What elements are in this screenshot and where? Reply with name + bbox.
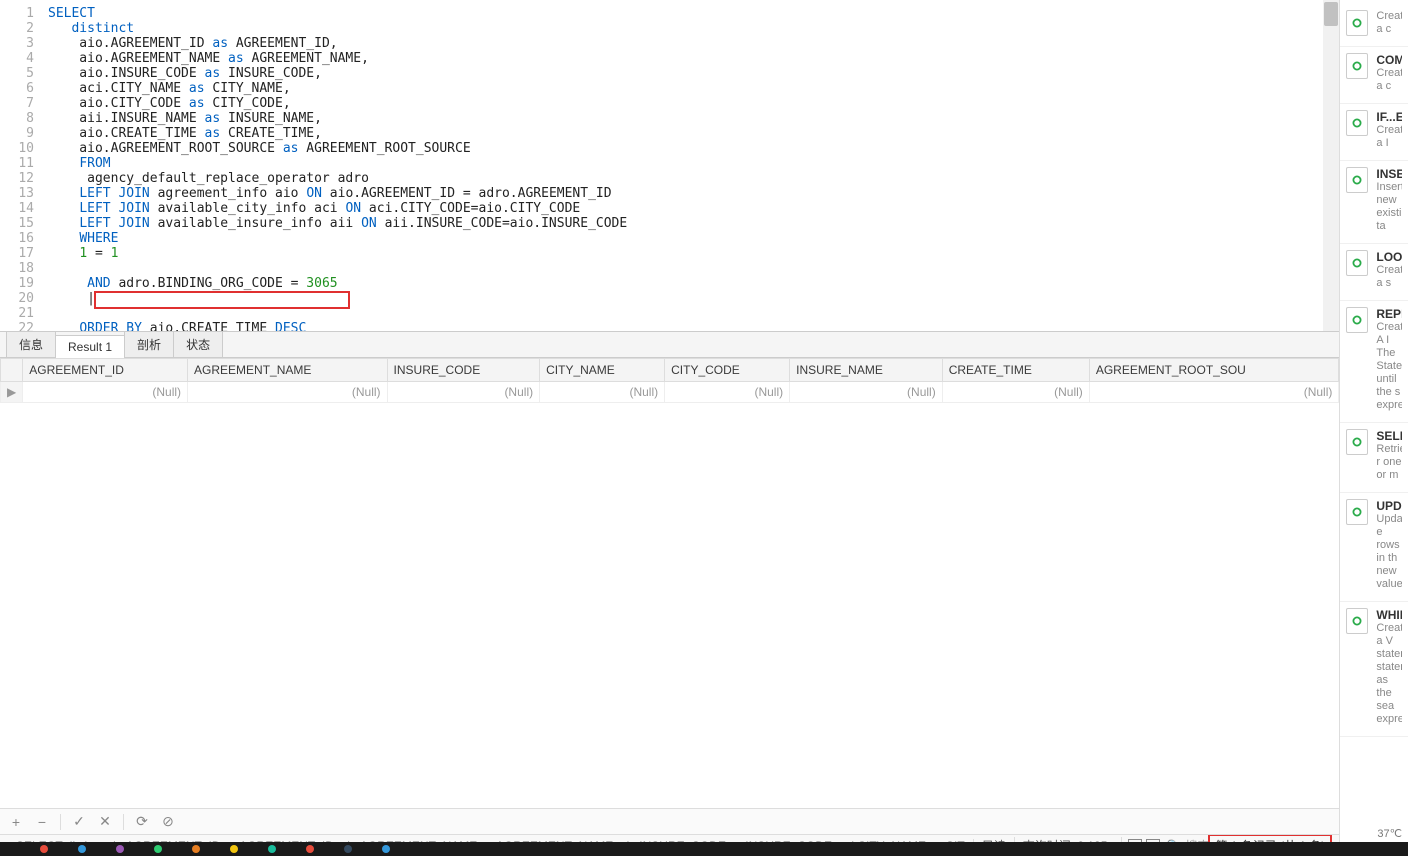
snippet-item[interactable]: INSERTInsert new existing ta: [1340, 161, 1408, 244]
snippet-desc: Create a c: [1376, 10, 1402, 36]
snippet-item[interactable]: LOOPCreate a s: [1340, 244, 1408, 301]
cell[interactable]: (Null): [1089, 382, 1339, 403]
taskbar[interactable]: [0, 842, 1408, 856]
column-header[interactable]: CREATE_TIME: [942, 359, 1089, 382]
snippet-panel: Create a cCOMMCreate a cIF...ELSCreate a…: [1340, 0, 1408, 856]
cell[interactable]: (Null): [188, 382, 388, 403]
taskbar-item[interactable]: [344, 845, 352, 853]
editor-scrollbar[interactable]: [1323, 0, 1339, 331]
temperature-widget: 37℃: [1377, 827, 1402, 840]
cell[interactable]: (Null): [942, 382, 1089, 403]
tab-剖析[interactable]: 剖析: [124, 331, 174, 357]
snippet-desc: Retrieve r one or m: [1376, 443, 1402, 482]
snippet-icon: [1346, 608, 1368, 634]
taskbar-item[interactable]: [230, 845, 238, 853]
column-header[interactable]: INSURE_CODE: [387, 359, 540, 382]
snippet-desc: Insert new existing ta: [1376, 181, 1402, 233]
cell[interactable]: (Null): [23, 382, 188, 403]
column-header[interactable]: CITY_NAME: [540, 359, 665, 382]
snippet-desc: Create a c: [1376, 67, 1402, 93]
snippet-title: REPEAT: [1376, 307, 1402, 321]
snippet-title: SELECT: [1376, 429, 1402, 443]
snippet-icon: [1346, 110, 1368, 136]
snippet-desc: Create a s: [1376, 264, 1402, 290]
snippet-title: UPDAT: [1376, 499, 1402, 513]
tab-信息[interactable]: 信息: [6, 331, 56, 357]
snippet-item[interactable]: SELECTRetrieve r one or m: [1340, 423, 1408, 493]
snippet-icon: [1346, 53, 1368, 79]
taskbar-item[interactable]: [116, 845, 124, 853]
snippet-icon: [1346, 167, 1368, 193]
cancel-button[interactable]: ✕: [97, 814, 113, 830]
snippet-desc: Create a V statement statement as the se…: [1376, 622, 1402, 726]
snippet-icon: [1346, 307, 1368, 333]
snippet-item[interactable]: REPEATCreate A I The State until the s e…: [1340, 301, 1408, 423]
refresh-button[interactable]: ⟳: [134, 814, 150, 830]
taskbar-item[interactable]: [40, 845, 48, 853]
snippet-item[interactable]: IF...ELSCreate a I: [1340, 104, 1408, 161]
snippet-item[interactable]: Create a c: [1340, 4, 1408, 47]
commit-button[interactable]: ✓: [71, 814, 87, 830]
taskbar-item[interactable]: [192, 845, 200, 853]
column-header[interactable]: AGREEMENT_ROOT_SOU: [1089, 359, 1339, 382]
taskbar-item[interactable]: [154, 845, 162, 853]
snippet-icon: [1346, 499, 1368, 525]
column-header[interactable]: INSURE_NAME: [790, 359, 943, 382]
sql-editor-wrap: 1SELECT2 distinct3 aio.AGREEMENT_ID as A…: [0, 0, 1339, 332]
snippet-desc: Create A I The State until the s express…: [1376, 321, 1402, 412]
stop-button[interactable]: ⊘: [160, 814, 176, 830]
taskbar-item[interactable]: [306, 845, 314, 853]
taskbar-item[interactable]: [382, 845, 390, 853]
cell[interactable]: (Null): [540, 382, 665, 403]
column-header[interactable]: AGREEMENT_NAME: [188, 359, 388, 382]
snippet-desc: Create a I: [1376, 124, 1402, 150]
cell[interactable]: (Null): [387, 382, 540, 403]
cell[interactable]: (Null): [790, 382, 943, 403]
column-header[interactable]: AGREEMENT_ID: [23, 359, 188, 382]
add-row-button[interactable]: +: [8, 814, 24, 830]
snippet-desc: Updates e rows in th new value: [1376, 513, 1402, 591]
snippet-title: LOOP: [1376, 250, 1402, 264]
delete-row-button[interactable]: −: [34, 814, 50, 830]
tab-状态[interactable]: 状态: [173, 331, 223, 357]
cell[interactable]: (Null): [665, 382, 790, 403]
result-tabs: 信息Result 1剖析状态: [0, 332, 1339, 358]
snippet-icon: [1346, 429, 1368, 455]
grid-toolbar: + − ✓ ✕ ⟳ ⊘: [0, 808, 1339, 834]
snippet-title: INSERT: [1376, 167, 1402, 181]
row-marker[interactable]: ▶: [1, 382, 23, 403]
snippet-title: COMM: [1376, 53, 1402, 67]
snippet-icon: [1346, 10, 1368, 36]
taskbar-item[interactable]: [268, 845, 276, 853]
taskbar-item[interactable]: [78, 845, 86, 853]
snippet-item[interactable]: UPDATUpdates e rows in th new value: [1340, 493, 1408, 602]
result-grid[interactable]: AGREEMENT_IDAGREEMENT_NAMEINSURE_CODECIT…: [0, 358, 1339, 808]
column-header[interactable]: CITY_CODE: [665, 359, 790, 382]
snippet-item[interactable]: WHILECreate a V statement statement as t…: [1340, 602, 1408, 737]
snippet-title: IF...ELS: [1376, 110, 1402, 124]
snippet-icon: [1346, 250, 1368, 276]
tab-Result 1[interactable]: Result 1: [55, 335, 125, 358]
snippet-item[interactable]: COMMCreate a c: [1340, 47, 1408, 104]
sql-editor[interactable]: 1SELECT2 distinct3 aio.AGREEMENT_ID as A…: [0, 0, 1339, 331]
snippet-title: WHILE: [1376, 608, 1402, 622]
